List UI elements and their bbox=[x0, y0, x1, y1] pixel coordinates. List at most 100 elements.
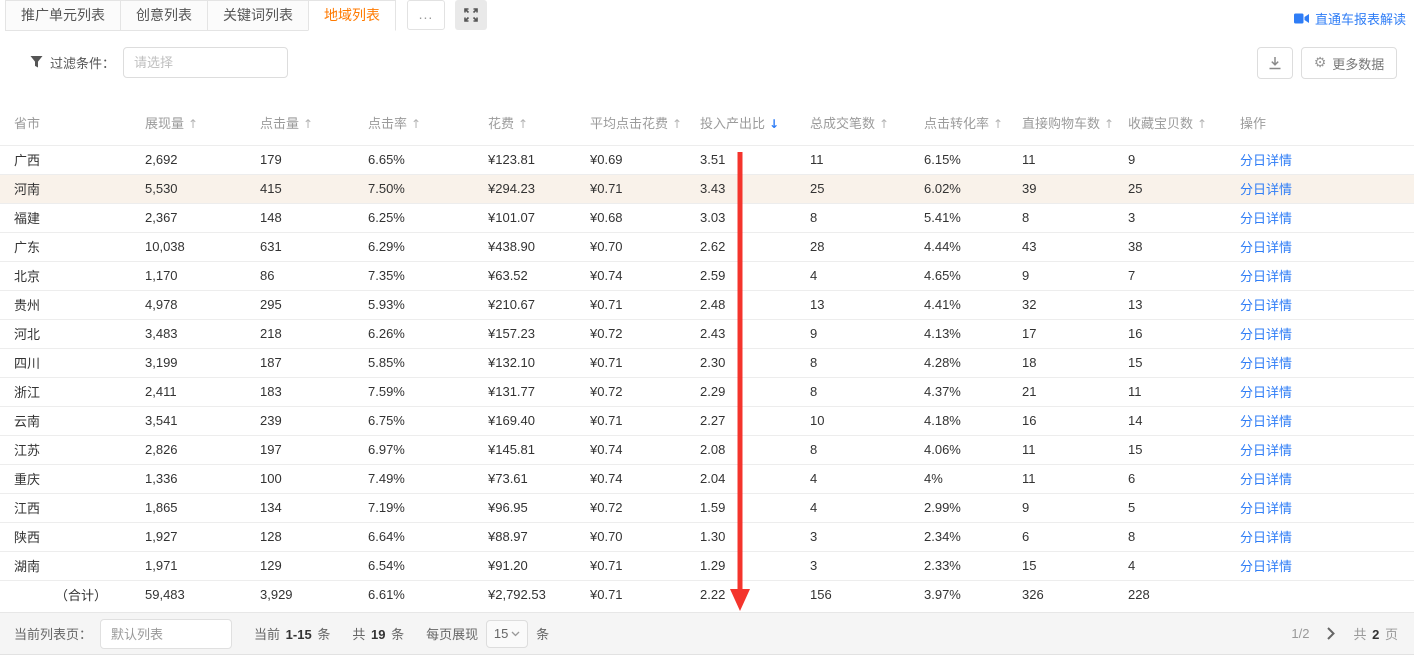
column-header-7[interactable]: 投入产出比↓ bbox=[700, 100, 810, 145]
sort-arrow-icon[interactable]: ↑ bbox=[672, 117, 682, 131]
cell-value: ¥0.71 bbox=[590, 406, 700, 435]
column-header-9[interactable]: 点击转化率↑ bbox=[924, 100, 1022, 145]
sort-arrow-icon[interactable]: ↑ bbox=[1104, 117, 1114, 131]
download-icon bbox=[1268, 56, 1282, 70]
pages-count: 2 bbox=[1372, 627, 1379, 642]
cell-value: 239 bbox=[260, 406, 368, 435]
daily-detail-link[interactable]: 分日详情 bbox=[1240, 530, 1292, 545]
sort-arrow-icon[interactable]: ↑ bbox=[518, 117, 528, 131]
cell-value: ¥0.71 bbox=[590, 174, 700, 203]
cell-value: 5.41% bbox=[924, 203, 1022, 232]
download-button[interactable] bbox=[1257, 47, 1293, 79]
cell-value: 25 bbox=[1128, 174, 1240, 203]
cell-value: 8 bbox=[1022, 203, 1128, 232]
more-tabs-button[interactable]: ... bbox=[407, 0, 445, 30]
column-header-8[interactable]: 总成交笔数↑ bbox=[810, 100, 924, 145]
cell-value: 4.13% bbox=[924, 319, 1022, 348]
video-icon bbox=[1294, 12, 1310, 25]
daily-detail-link[interactable]: 分日详情 bbox=[1240, 559, 1292, 574]
cell-value: ¥0.70 bbox=[590, 232, 700, 261]
tab-creative-list[interactable]: 创意列表 bbox=[120, 0, 208, 31]
sort-arrow-icon[interactable]: ↓ bbox=[769, 117, 779, 131]
column-header-5[interactable]: 花费↑ bbox=[488, 100, 590, 145]
column-header-3[interactable]: 点击量 ↑ bbox=[260, 100, 368, 145]
next-page-button[interactable] bbox=[1327, 627, 1335, 640]
per-page-select[interactable]: 15 bbox=[486, 620, 528, 648]
daily-detail-link[interactable]: 分日详情 bbox=[1240, 240, 1292, 255]
sort-arrow-icon[interactable]: ↑ bbox=[303, 117, 313, 131]
column-header-11[interactable]: 收藏宝贝数↑ bbox=[1128, 100, 1240, 145]
daily-detail-link[interactable]: 分日详情 bbox=[1240, 211, 1292, 226]
sort-arrow-icon[interactable]: ↑ bbox=[879, 117, 889, 131]
cell-value: 6.61% bbox=[368, 580, 488, 609]
table-row: 贵州4,9782955.93%¥210.67¥0.712.48134.41%32… bbox=[0, 290, 1414, 319]
tab-promo-unit-list[interactable]: 推广单元列表 bbox=[5, 0, 121, 31]
fullscreen-button[interactable] bbox=[455, 0, 487, 30]
sort-arrow-icon[interactable]: ↑ bbox=[993, 117, 1003, 131]
cell-value: 2.59 bbox=[700, 261, 810, 290]
cell-province: 广东 bbox=[0, 232, 145, 261]
report-interpretation-link[interactable]: 直通车报表解读 bbox=[1294, 9, 1406, 28]
cell-value: 4 bbox=[810, 261, 924, 290]
daily-detail-link[interactable]: 分日详情 bbox=[1240, 269, 1292, 284]
tab-region-list[interactable]: 地域列表 bbox=[308, 0, 396, 31]
cell-value: 2.22 bbox=[700, 580, 810, 609]
cell-action: 分日详情 bbox=[1240, 261, 1414, 290]
daily-detail-link[interactable]: 分日详情 bbox=[1240, 472, 1292, 487]
tab-keyword-list[interactable]: 关键词列表 bbox=[207, 0, 309, 31]
list-select[interactable]: 默认列表 bbox=[100, 619, 232, 649]
cell-value: 4.44% bbox=[924, 232, 1022, 261]
sort-arrow-icon[interactable]: ↑ bbox=[188, 117, 198, 131]
table-row: 江苏2,8261976.97%¥145.81¥0.742.0884.06%111… bbox=[0, 435, 1414, 464]
pagination-bar: 当前列表页： 默认列表 当前 1-15 条 共 19 条 每页展现 15 条 1… bbox=[0, 612, 1414, 655]
cell-value: 129 bbox=[260, 551, 368, 580]
daily-detail-link[interactable]: 分日详情 bbox=[1240, 443, 1292, 458]
cell-value: 3,199 bbox=[145, 348, 260, 377]
cell-value: ¥91.20 bbox=[488, 551, 590, 580]
cell-value: ¥0.70 bbox=[590, 522, 700, 551]
daily-detail-link[interactable]: 分日详情 bbox=[1240, 182, 1292, 197]
sort-arrow-icon[interactable]: ↑ bbox=[411, 117, 421, 131]
column-label: 点击量 bbox=[260, 116, 299, 131]
cell-value: 5 bbox=[1128, 493, 1240, 522]
column-header-2[interactable]: 展现量↑ bbox=[145, 100, 260, 145]
cell-value: 8 bbox=[810, 377, 924, 406]
daily-detail-link[interactable]: 分日详情 bbox=[1240, 356, 1292, 371]
cell-value: 4.28% bbox=[924, 348, 1022, 377]
cell-value: 3,541 bbox=[145, 406, 260, 435]
cell-value: 4 bbox=[810, 493, 924, 522]
cell-province: 陕西 bbox=[0, 522, 145, 551]
column-header-6[interactable]: 平均点击花费↑ bbox=[590, 100, 700, 145]
column-header-4[interactable]: 点击率↑ bbox=[368, 100, 488, 145]
cell-value: 183 bbox=[260, 377, 368, 406]
cell-province: 广西 bbox=[0, 145, 145, 174]
cell-value: 1,170 bbox=[145, 261, 260, 290]
daily-detail-link[interactable]: 分日详情 bbox=[1240, 385, 1292, 400]
cell-value: ¥63.52 bbox=[488, 261, 590, 290]
cell-value: 128 bbox=[260, 522, 368, 551]
cell-value: 2,411 bbox=[145, 377, 260, 406]
cell-value: 5,530 bbox=[145, 174, 260, 203]
cell-province: 北京 bbox=[0, 261, 145, 290]
column-header-10[interactable]: 直接购物车数↑ bbox=[1022, 100, 1128, 145]
pager: 1/2 共 2 页 bbox=[1291, 624, 1398, 643]
current-list-page-label: 当前列表页： bbox=[14, 624, 92, 643]
daily-detail-link[interactable]: 分日详情 bbox=[1240, 153, 1292, 168]
more-data-button[interactable]: ⚙ 更多数据 bbox=[1301, 47, 1397, 79]
daily-detail-link[interactable]: 分日详情 bbox=[1240, 298, 1292, 313]
cell-value: 3,483 bbox=[145, 319, 260, 348]
table-header-row: 省市展现量↑点击量↑点击率↑花费↑平均点击花费↑投入产出比↓总成交笔数↑点击转化… bbox=[0, 100, 1414, 145]
cell-action: 分日详情 bbox=[1240, 493, 1414, 522]
cell-value: ¥0.72 bbox=[590, 319, 700, 348]
filter-select-input[interactable] bbox=[123, 47, 288, 78]
daily-detail-link[interactable]: 分日详情 bbox=[1240, 414, 1292, 429]
cell-value: 2.99% bbox=[924, 493, 1022, 522]
cell-value: 156 bbox=[810, 580, 924, 609]
daily-detail-link[interactable]: 分日详情 bbox=[1240, 327, 1292, 342]
cell-value: ¥0.71 bbox=[590, 551, 700, 580]
cell-value: 8 bbox=[810, 435, 924, 464]
per-page-unit: 条 bbox=[536, 624, 549, 643]
daily-detail-link[interactable]: 分日详情 bbox=[1240, 501, 1292, 516]
sort-arrow-icon[interactable]: ↑ bbox=[1197, 117, 1207, 131]
filter-row: 过滤条件： bbox=[30, 46, 288, 78]
